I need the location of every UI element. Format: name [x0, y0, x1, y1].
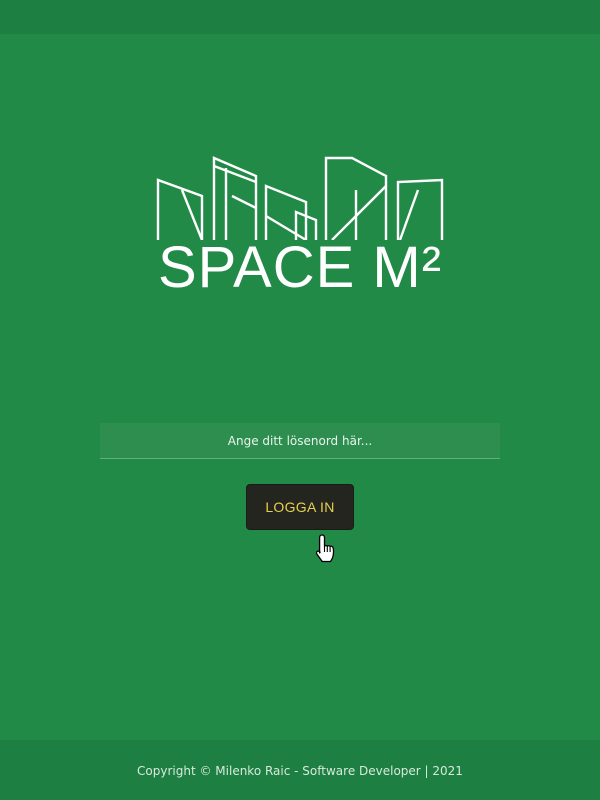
city-skyline-icon	[156, 156, 444, 240]
logo: SPACE M²	[150, 150, 450, 310]
login-button[interactable]: LOGGA IN	[246, 484, 354, 530]
footer: Copyright © Milenko Raic - Software Deve…	[0, 740, 600, 800]
copyright-text: Copyright © Milenko Raic - Software Deve…	[137, 764, 463, 778]
hand-pointer-icon	[315, 534, 335, 563]
password-input[interactable]	[100, 423, 500, 459]
top-bar	[0, 0, 600, 34]
logo-wordmark: SPACE M²	[157, 235, 443, 300]
